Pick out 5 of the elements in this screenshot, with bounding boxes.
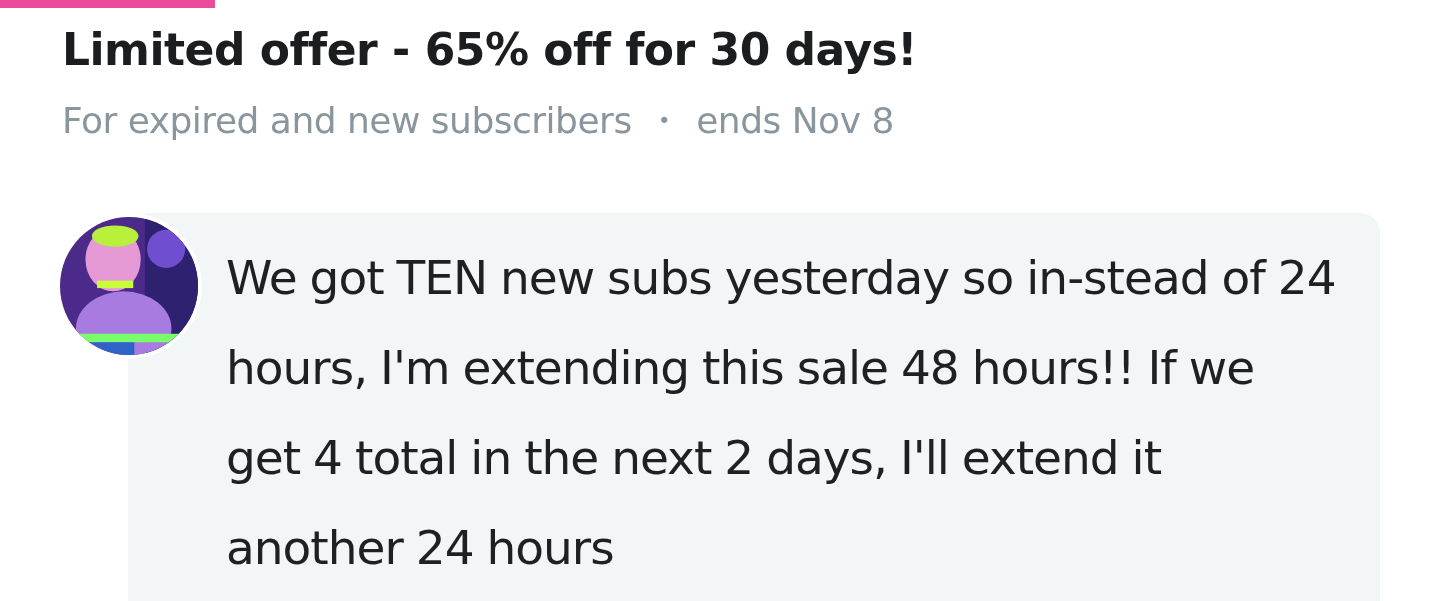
offer-audience: For expired and new subscribers [62,100,632,141]
offer-title: Limited offer - 65% off for 30 days! [62,23,918,77]
separator: • [657,108,671,133]
offer-end-date: ends Nov 8 [696,100,894,141]
message-text: We got TEN new subs yesterday so in-stead of 24 hours, I'm extending this sale 48 hours!! If we get 4 total in the next 2 days, I'll extend it another 24 hours [226,249,1337,577]
